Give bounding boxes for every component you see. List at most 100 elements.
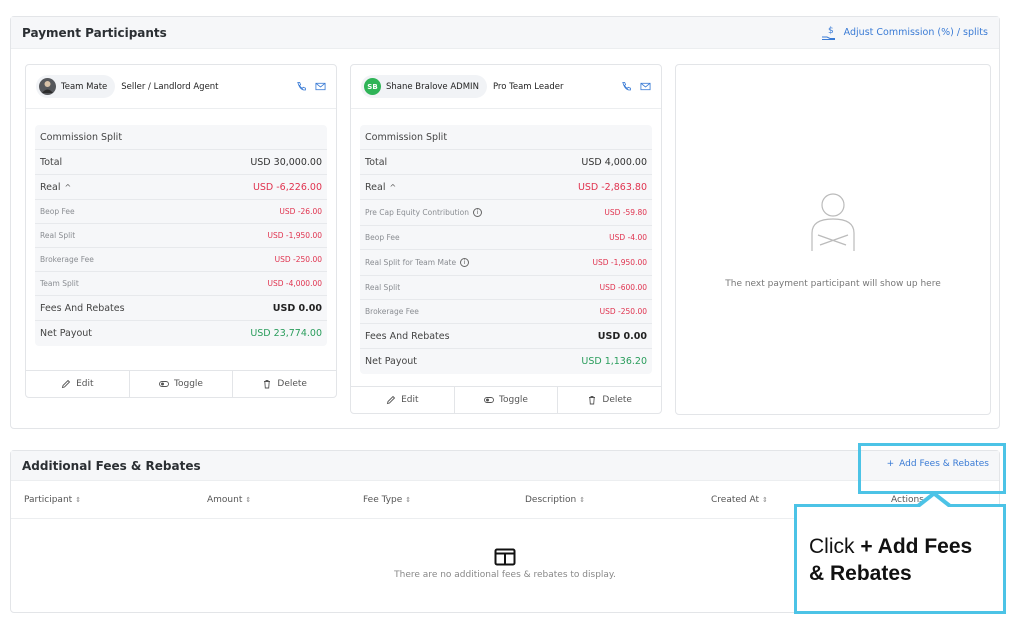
toggle-icon [484,397,494,403]
column-participant[interactable]: Participant ⇕ [24,495,81,505]
info-icon[interactable]: i [472,208,482,217]
fees-empty-text: There are no additional fees & rebates t… [394,570,616,580]
net-payout-label: Net Payout [40,328,92,339]
fees-value: USD 0.00 [597,330,647,342]
column-created-at[interactable]: Created At ⇕ [711,495,768,505]
sort-icon: ⇕ [245,495,252,504]
total-value: USD 4,000.00 [581,156,647,168]
email-icon[interactable] [315,81,326,92]
sub-row-value: USD -1,950.00 [592,258,647,267]
delete-button[interactable]: Delete [233,371,336,397]
empty-person-illustration [806,191,860,259]
sub-row-label: Real Split [40,231,76,240]
commission-split-box: Commission Split Total USD 30,000.00 Real… [35,125,327,346]
sub-row-label: Real Split for Team Mate [365,258,457,267]
phone-icon[interactable] [296,81,307,92]
participant-chip[interactable]: SB Shane Bralove ADMIN [361,75,487,98]
column-label: Amount [207,494,243,505]
sub-row-value: USD -59.80 [604,208,647,217]
fees-value: USD 0.00 [272,302,322,314]
additional-fees-header: Additional Fees & Rebates [11,451,999,481]
chevron-up-icon[interactable]: ^ [389,183,396,192]
real-value: USD -6,226.00 [252,181,322,193]
edit-button[interactable]: Edit [351,387,455,413]
edit-button[interactable]: Edit [26,371,130,397]
adjust-commission-link[interactable]: $ Adjust Commission (%) / splits [820,24,988,42]
sort-icon: ⇕ [762,495,768,504]
column-amount[interactable]: Amount ⇕ [207,495,251,505]
payment-participants-panel: Payment Participants $ Adjust Commission… [10,16,1000,429]
sort-icon: ⇕ [405,495,412,504]
participant-chip[interactable]: Team Mate [36,75,116,98]
delete-button[interactable]: Delete [558,387,661,413]
participant-name: Team Mate [61,81,108,92]
commission-split-box: Commission Split Total USD 4,000.00 Real ^… [360,125,652,374]
sub-row-value: USD -600.00 [599,283,647,292]
total-label: Total [365,156,388,168]
column-label: Description [525,494,577,505]
fees-label: Fees And Rebates [40,302,125,314]
fees-label: Fees And Rebates [365,330,450,342]
participant-card-team-mate: Team Mate Seller / Landlord Agent Commis… [25,64,337,398]
column-label: Fee Type [363,494,403,505]
real-label: Real [365,181,386,193]
real-row[interactable]: Real ^ USD -6,226.00 [35,175,327,200]
participant-card-shane-bralove: SB Shane Bralove ADMIN Pro Team Leader C… [350,64,662,414]
info-icon[interactable]: i [460,258,470,267]
total-label: Total [40,156,63,168]
chevron-up-icon[interactable]: ^ [64,183,71,192]
person-photo-icon [42,81,53,93]
card-actions: Edit Toggle Delete [26,370,336,397]
real-row[interactable]: Real ^ USD -2,863.80 [360,175,652,200]
avatar [39,78,56,95]
sub-row-label: Team Split [40,279,79,288]
sub-row-label: Brokerage Fee [40,255,94,264]
avatar: SB [364,78,381,95]
payment-participants-title: Payment Participants [22,25,167,40]
delete-label: Delete [277,379,307,389]
sub-row-value: USD -4.00 [609,233,647,242]
toggle-button[interactable]: Toggle [455,387,559,413]
sub-row-label: Beop Fee [40,207,75,216]
email-icon[interactable] [640,81,651,92]
edit-label: Edit [401,395,419,405]
pencil-icon [386,395,396,405]
column-description[interactable]: Description ⇕ [525,495,585,505]
sub-row-value: USD -250.00 [274,255,322,264]
toggle-label: Toggle [499,395,528,405]
empty-participant-text: The next payment participant will show u… [725,278,941,289]
delete-label: Delete [602,395,632,405]
sub-row-value: USD -250.00 [599,307,647,316]
column-label: Participant [24,494,73,505]
card-actions: Edit Toggle Delete [351,386,661,413]
commission-split-label: Commission Split [365,131,448,143]
trash-icon [589,396,596,405]
sub-row-value: USD -4,000.00 [267,279,322,288]
toggle-icon [159,381,169,387]
adjust-commission-label: Adjust Commission (%) / splits [843,27,988,38]
table-columns-icon [494,548,516,566]
sort-icon: ⇕ [75,495,82,504]
sub-row-label: Pre Cap Equity Contribution [365,208,469,217]
phone-icon[interactable] [621,81,632,92]
payment-participants-header: Payment Participants $ Adjust Commission… [11,17,999,49]
empty-participant-card: The next payment participant will show u… [675,64,991,415]
commission-split-label: Commission Split [40,131,123,143]
additional-fees-title: Additional Fees & Rebates [22,458,201,473]
sub-row-label: Real Split [365,283,401,292]
net-payout-value: USD 23,774.00 [250,328,322,339]
column-fee-type[interactable]: Fee Type ⇕ [363,495,411,505]
column-label: Created At [711,494,760,505]
svg-text:$: $ [828,26,834,36]
edit-label: Edit [76,379,94,389]
toggle-button[interactable]: Toggle [130,371,234,397]
sub-row-label: Brokerage Fee [365,307,419,316]
real-value: USD -2,863.80 [577,181,647,193]
contact-icons [621,81,651,92]
participant-role: Seller / Landlord Agent [121,81,219,92]
tutorial-callout: Click + Add Fees & Rebates [794,504,1006,614]
hand-dollar-icon: $ [821,26,835,40]
total-value: USD 30,000.00 [250,156,322,168]
participant-name: Shane Bralove ADMIN [386,81,479,92]
net-payout-label: Net Payout [365,356,417,367]
